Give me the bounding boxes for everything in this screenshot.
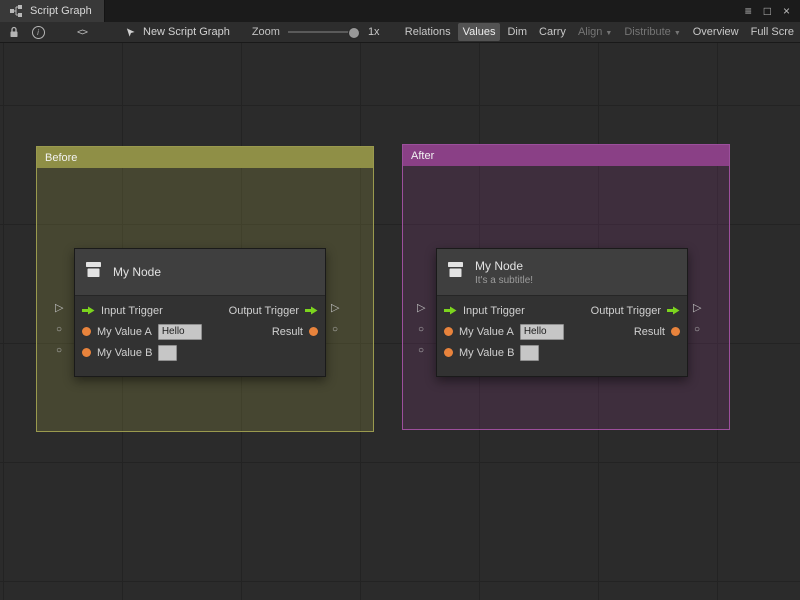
trigger-arrow-icon: [82, 306, 95, 315]
carry-button[interactable]: Carry: [534, 23, 571, 41]
value-port-icon[interactable]: [309, 327, 318, 336]
node-title: My Node: [113, 265, 161, 279]
port-result[interactable]: Result: [634, 326, 680, 338]
ext-trigger-port-left[interactable]: ▷: [417, 303, 425, 314]
ext-value-port-left[interactable]: ○: [418, 346, 424, 356]
port-my-value-a[interactable]: My Value A: [444, 324, 564, 340]
lock-icon[interactable]: [6, 24, 22, 40]
node-body: Input Trigger Output Trigger My Value A …: [437, 296, 687, 376]
chevron-down-icon: ▼: [605, 30, 612, 37]
node-header[interactable]: My Node It's a subtitle!: [437, 249, 687, 296]
overview-button[interactable]: Overview: [688, 23, 744, 41]
port-result[interactable]: Result: [272, 326, 318, 338]
group-title: Before: [45, 152, 77, 164]
port-my-value-a[interactable]: My Value A: [82, 324, 202, 340]
port-output-trigger[interactable]: Output Trigger: [591, 305, 680, 317]
value-port-icon[interactable]: [82, 327, 91, 336]
trigger-arrow-icon: [667, 306, 680, 315]
node-header[interactable]: My Node: [75, 249, 325, 296]
values-button[interactable]: Values: [458, 23, 501, 41]
node-title: My Node: [475, 259, 533, 273]
ext-trigger-port-right[interactable]: ▷: [331, 303, 339, 314]
value-port-icon[interactable]: [82, 348, 91, 357]
script-graph-icon: [8, 3, 24, 19]
zoom-slider-knob[interactable]: [348, 27, 360, 39]
port-output-trigger[interactable]: Output Trigger: [229, 305, 318, 317]
graph-breadcrumb[interactable]: New Script Graph: [122, 24, 230, 40]
distribute-button[interactable]: Distribute ▼: [619, 23, 685, 41]
value-port-icon[interactable]: [444, 327, 453, 336]
ext-value-port-left[interactable]: ○: [418, 325, 424, 335]
graph-name: New Script Graph: [143, 26, 230, 38]
node-my-node-after[interactable]: My Node It's a subtitle! Input Trigger O…: [436, 248, 688, 377]
ext-trigger-port-left[interactable]: ▷: [55, 303, 63, 314]
port-input-trigger[interactable]: Input Trigger: [82, 305, 163, 317]
fullscreen-button[interactable]: Full Scre: [746, 23, 799, 41]
node-box-icon: [84, 261, 103, 283]
trigger-arrow-icon: [305, 306, 318, 315]
ext-value-port-right[interactable]: ○: [332, 325, 338, 335]
align-button[interactable]: Align ▼: [573, 23, 617, 41]
port-my-value-b[interactable]: My Value B: [444, 345, 539, 361]
value-a-input[interactable]: [158, 324, 202, 340]
ext-value-port-left[interactable]: ○: [56, 325, 62, 335]
value-b-input[interactable]: [520, 345, 539, 361]
node-my-node-before[interactable]: My Node Input Trigger Output Trigger: [74, 248, 326, 377]
port-input-trigger[interactable]: Input Trigger: [444, 305, 525, 317]
ext-value-port-right[interactable]: ○: [694, 325, 700, 335]
code-view-icon[interactable]: <>: [74, 24, 90, 40]
value-port-icon[interactable]: [671, 327, 680, 336]
ext-trigger-port-right[interactable]: ▷: [693, 303, 701, 314]
script-graph-window: Script Graph ≡ □ × i <> New: [0, 0, 800, 600]
trigger-arrow-icon: [444, 306, 457, 315]
group-title: After: [411, 150, 434, 162]
info-icon[interactable]: i: [30, 24, 46, 40]
ext-value-port-left[interactable]: ○: [56, 346, 62, 356]
maximize-icon[interactable]: □: [764, 5, 771, 17]
zoom-label: Zoom: [252, 26, 280, 38]
chevron-down-icon: ▼: [674, 30, 681, 37]
zoom-value: 1x: [368, 26, 380, 38]
tab-bar: Script Graph ≡ □ ×: [0, 0, 800, 22]
value-port-icon[interactable]: [444, 348, 453, 357]
value-b-input[interactable]: [158, 345, 177, 361]
graph-canvas[interactable]: Before After My Node: [0, 43, 800, 600]
window-controls: ≡ □ ×: [745, 0, 800, 22]
tab-script-graph[interactable]: Script Graph: [0, 0, 105, 22]
group-before-header[interactable]: Before: [37, 147, 373, 168]
node-body: Input Trigger Output Trigger My Value A …: [75, 296, 325, 376]
relations-button[interactable]: Relations: [400, 23, 456, 41]
graph-pointer-icon: [122, 24, 138, 40]
group-after-header[interactable]: After: [403, 145, 729, 166]
graph-toolbar: i <> New Script Graph Zoom 1x Relations …: [0, 22, 800, 43]
node-box-icon: [446, 261, 465, 283]
port-my-value-b[interactable]: My Value B: [82, 345, 177, 361]
dim-button[interactable]: Dim: [502, 23, 532, 41]
window-menu-icon[interactable]: ≡: [745, 5, 752, 17]
tab-title: Script Graph: [30, 5, 92, 17]
zoom-slider[interactable]: [288, 31, 360, 33]
node-subtitle: It's a subtitle!: [475, 275, 533, 286]
value-a-input[interactable]: [520, 324, 564, 340]
close-icon[interactable]: ×: [783, 5, 790, 17]
